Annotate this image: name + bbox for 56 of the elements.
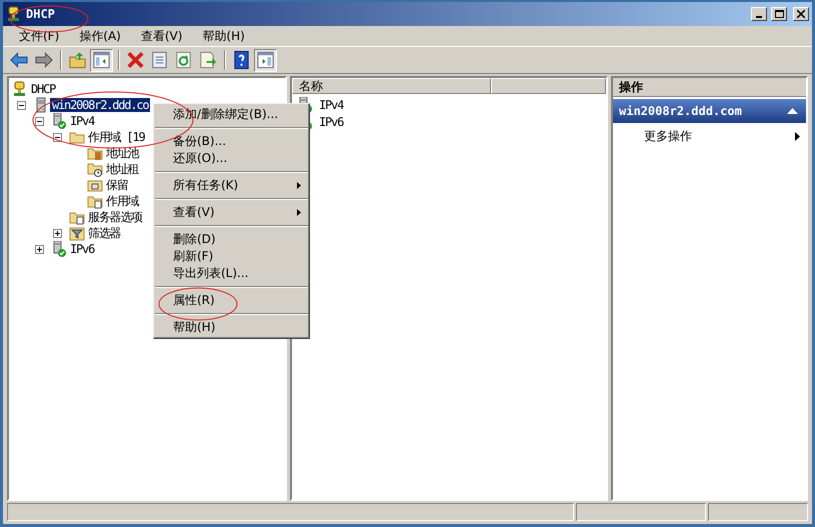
minimize-button[interactable]	[751, 7, 767, 21]
delete-icon	[125, 49, 146, 71]
list-item[interactable]: IPv6	[319, 114, 344, 128]
menu-item[interactable]: 还原(O)...	[154, 150, 309, 167]
minus-box-icon[interactable]	[35, 116, 44, 126]
tree-item[interactable]: IPv4	[68, 114, 96, 128]
close-icon	[797, 10, 805, 18]
toolbar-button[interactable]	[254, 48, 277, 72]
menu-item[interactable]: 删除(D)	[154, 231, 309, 248]
column-header[interactable]: 名称	[292, 78, 491, 94]
tree-item[interactable]: DHCP	[29, 82, 58, 96]
menu-item[interactable]: 备份(B)...	[154, 133, 309, 150]
menu-item[interactable]: 所有任务(K)	[154, 177, 309, 194]
column-header[interactable]	[491, 78, 606, 94]
tree-item[interactable]: 服务器选项	[86, 210, 144, 224]
tree-item[interactable]: win2008r2.ddd.co	[50, 98, 150, 112]
menu-item[interactable]: 帮助(H)	[154, 319, 309, 336]
plus-box-icon[interactable]	[35, 244, 44, 254]
pane-title: 操作	[613, 78, 806, 97]
toolbar-button[interactable]	[90, 48, 113, 72]
tree-item[interactable]: 地址池	[104, 146, 140, 160]
menu-item[interactable]: 查看(V)	[134, 28, 190, 44]
maximize-icon	[774, 10, 784, 18]
submenu-arrow-icon	[795, 132, 800, 140]
tree-item[interactable]: 作用域	[104, 194, 140, 208]
server-check-icon	[51, 241, 67, 257]
plus-box-icon[interactable]	[53, 228, 62, 238]
folder-clock-icon	[87, 161, 103, 177]
menu-item[interactable]: 帮助(H)	[195, 28, 252, 44]
menu-item[interactable]: 属性(R)	[154, 292, 309, 309]
pane-icon	[255, 49, 276, 71]
menu-item[interactable]: 刷新(F)	[154, 248, 309, 265]
action-link[interactable]: 更多操作	[613, 125, 806, 147]
tree-item[interactable]: 筛选器	[86, 226, 122, 240]
maximize-button[interactable]	[771, 7, 787, 21]
window-title: DHCP	[26, 7, 56, 21]
server-check-icon	[51, 113, 67, 129]
minus-box-icon[interactable]	[17, 100, 26, 110]
close-button[interactable]	[793, 7, 809, 21]
collapse-arrow-icon	[787, 108, 798, 114]
submenu-arrow-icon	[297, 182, 301, 189]
dhcp-server-icon	[6, 6, 22, 22]
minus-box-icon[interactable]	[53, 132, 62, 142]
tree-item[interactable]: IPv6	[68, 242, 96, 256]
menu-item[interactable]: 查看(V)	[154, 204, 309, 221]
action-section-header[interactable]: win2008r2.ddd.com	[613, 99, 806, 123]
menu-item[interactable]: 导出列表(L)...	[154, 265, 309, 282]
tree-item[interactable]: 作用域 [19	[86, 130, 146, 144]
list-item[interactable]: IPv4	[319, 98, 344, 112]
dhcp-server-icon	[12, 81, 28, 97]
pane-icon	[91, 49, 112, 71]
funnel-icon	[69, 225, 85, 241]
tree-item[interactable]: 保留	[104, 178, 130, 192]
tree-item[interactable]: 地址租	[104, 162, 140, 176]
menu-item[interactable]: 操作(A)	[72, 28, 128, 44]
submenu-arrow-icon	[297, 209, 301, 216]
